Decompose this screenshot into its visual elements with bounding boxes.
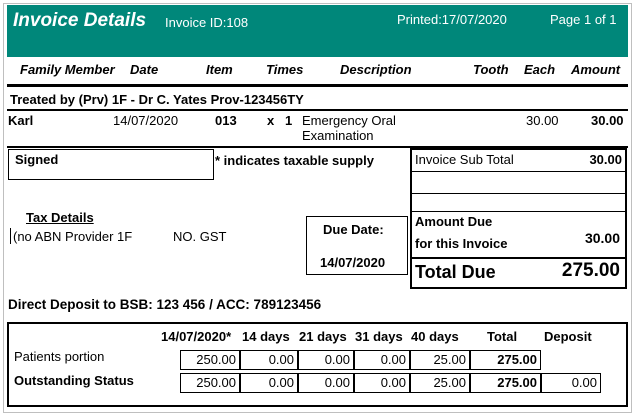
sub-total-value: 30.00 bbox=[589, 152, 622, 167]
page-indicator: Page 1 of 1 bbox=[550, 12, 617, 27]
totals-box: Invoice Sub Total 30.00 Amount Due for t… bbox=[410, 148, 627, 289]
sched-cell: 250.00 bbox=[180, 350, 240, 370]
total-due-value: 275.00 bbox=[561, 260, 620, 281]
due-date-value: 14/07/2020 bbox=[320, 255, 386, 270]
total-due-label: Total Due bbox=[415, 262, 496, 282]
sched-cell-total: 275.00 bbox=[470, 373, 541, 393]
taxable-note: * indicates taxable supply bbox=[215, 153, 374, 168]
signed-label: Signed bbox=[15, 152, 59, 167]
line-member: Karl bbox=[8, 113, 34, 128]
direct-deposit: Direct Deposit to BSB: 123 456 / ACC: 78… bbox=[8, 297, 322, 312]
col-tooth: Tooth bbox=[473, 62, 509, 77]
printed-date: Printed:17/07/2020 bbox=[397, 12, 507, 27]
treated-rule bbox=[7, 109, 628, 111]
sched-cell: 0.00 bbox=[298, 350, 354, 370]
line-description-1: Emergency Oral bbox=[302, 113, 396, 128]
col-times: Times bbox=[266, 62, 304, 77]
line-description-2: Examination bbox=[302, 128, 374, 143]
line-x: x bbox=[267, 113, 275, 128]
col-description: Description bbox=[340, 62, 412, 77]
sched-cell: 0.00 bbox=[240, 350, 298, 370]
sched-cell: 250.00 bbox=[180, 373, 240, 393]
line-date: 14/07/2020 bbox=[113, 113, 179, 128]
col-date: Date bbox=[130, 62, 159, 77]
due-date-label: Due Date: bbox=[323, 222, 384, 237]
sched-cell: 25.00 bbox=[410, 373, 470, 393]
sched-col-5: Total bbox=[487, 329, 518, 344]
amount-due-label-1: Amount Due bbox=[415, 214, 493, 229]
sched-col-6: Deposit bbox=[544, 329, 592, 344]
sched-cell: 0.00 bbox=[240, 373, 298, 393]
amount-due-label-2: for this Invoice bbox=[415, 236, 508, 251]
sched-cell: 0.00 bbox=[354, 373, 410, 393]
sched-cell-deposit: 0.00 bbox=[541, 373, 601, 393]
sched-col-4: 40 days bbox=[411, 329, 459, 344]
sub-total-label: Invoice Sub Total bbox=[415, 152, 514, 167]
sched-cell: 25.00 bbox=[410, 350, 470, 370]
sched-col-2: 21 days bbox=[299, 329, 347, 344]
line-times: 1 bbox=[285, 113, 293, 128]
signed-box: Signed bbox=[8, 149, 214, 180]
invoice-header: Invoice Details Invoice ID:108 Printed:1… bbox=[7, 5, 628, 57]
tax-gst: NO. GST bbox=[173, 229, 227, 244]
text-cursor bbox=[10, 228, 11, 244]
col-item: Item bbox=[206, 62, 233, 77]
col-amount: Amount bbox=[571, 62, 621, 77]
line-each: 30.00 bbox=[526, 113, 559, 128]
amount-due-value: 30.00 bbox=[584, 230, 620, 246]
tax-provider: (no ABN Provider 1F bbox=[13, 229, 133, 244]
line-item-code: 013 bbox=[215, 113, 237, 128]
payment-schedule: 14/07/2020* 14 days 21 days 31 days 40 d… bbox=[7, 322, 628, 407]
sched-cell: 0.00 bbox=[298, 373, 354, 393]
invoice-title: Invoice Details bbox=[13, 10, 147, 31]
tax-details-heading: Tax Details bbox=[26, 210, 94, 225]
sched-cell: 0.00 bbox=[354, 350, 410, 370]
sched-row-label: Patients portion bbox=[14, 349, 105, 364]
due-date-box: Due Date: 14/07/2020 bbox=[306, 216, 408, 275]
sched-col-1: 14 days bbox=[242, 329, 290, 344]
line-amount: 30.00 bbox=[591, 113, 624, 128]
invoice-id: Invoice ID:108 bbox=[165, 15, 249, 30]
sched-row-label: Outstanding Status bbox=[14, 373, 134, 388]
header-rule bbox=[7, 84, 628, 87]
col-each: Each bbox=[524, 62, 556, 77]
sched-col-3: 31 days bbox=[355, 329, 403, 344]
treated-by: Treated by (Prv) 1F - Dr C. Yates Prov-1… bbox=[10, 92, 304, 107]
sched-col-0: 14/07/2020* bbox=[161, 329, 232, 344]
col-family-member: Family Member bbox=[20, 62, 115, 77]
sched-cell-total: 275.00 bbox=[470, 350, 541, 370]
